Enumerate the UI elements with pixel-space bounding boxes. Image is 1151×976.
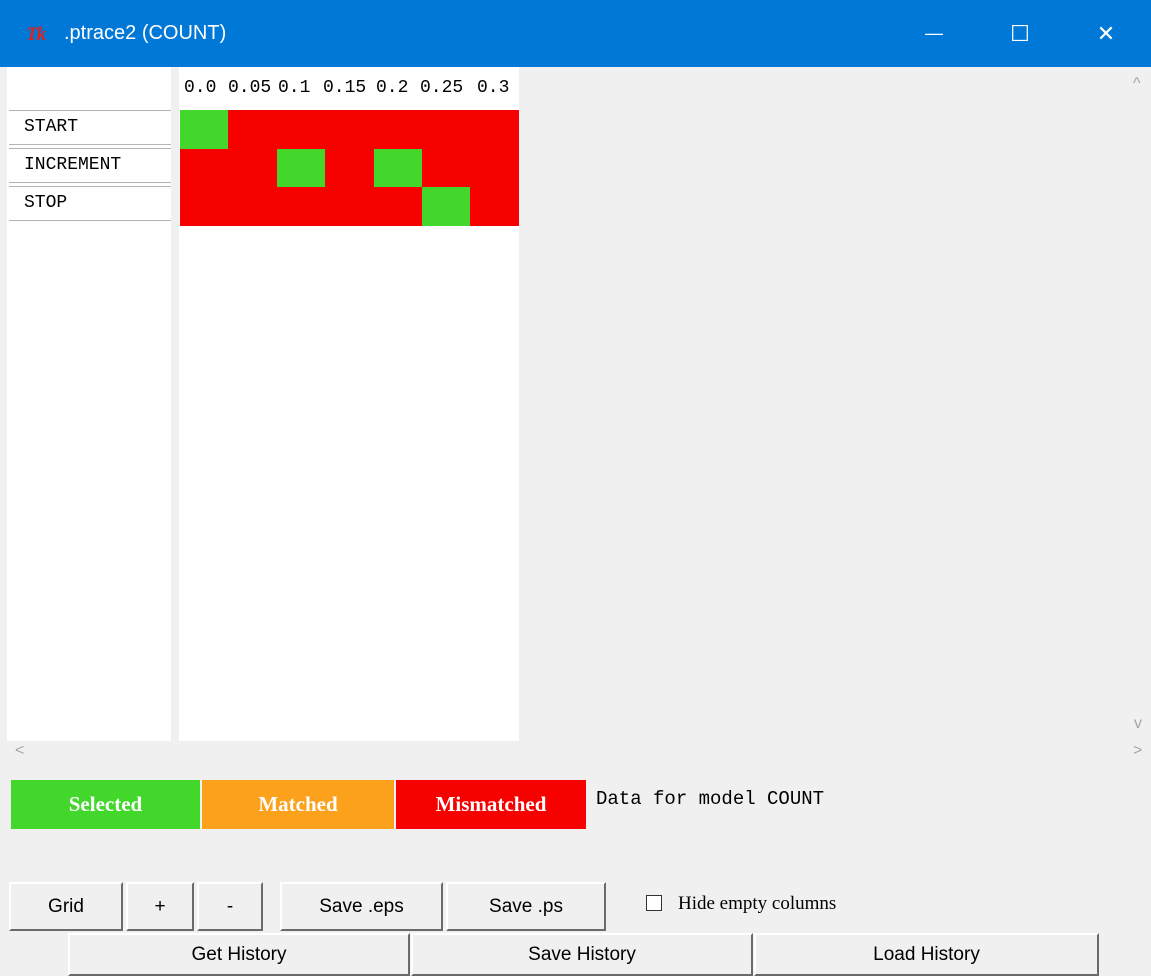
minimize-icon: — xyxy=(925,23,943,43)
trace-cell-mismatched[interactable] xyxy=(180,187,228,226)
vertical-scrollbar[interactable]: ^ v xyxy=(1128,67,1151,741)
close-icon: ✕ xyxy=(1096,20,1116,46)
row-label-stop: STOP xyxy=(9,186,171,221)
x-tick-label: 0.3 xyxy=(477,78,510,98)
horizontal-scrollbar[interactable]: < > xyxy=(7,741,1151,763)
trace-cell-mismatched[interactable] xyxy=(228,187,277,226)
row-label-start: START xyxy=(9,110,171,145)
row-label-increment: INCREMENT xyxy=(9,148,171,183)
trace-cell-mismatched[interactable] xyxy=(374,187,422,226)
trace-cell-mismatched[interactable] xyxy=(325,187,374,226)
trace-cell-mismatched[interactable] xyxy=(180,149,228,187)
trace-cell-selected[interactable] xyxy=(422,187,470,226)
x-tick-label: 0.0 xyxy=(184,78,217,98)
trace-cell-mismatched[interactable] xyxy=(470,187,519,226)
scroll-right-icon[interactable]: > xyxy=(1133,742,1142,760)
trace-cell-mismatched[interactable] xyxy=(325,149,374,187)
scroll-down-icon[interactable]: v xyxy=(1134,715,1142,733)
title-bar: Tk .ptrace2 (COUNT) — ☐ ✕ xyxy=(0,0,1151,67)
zoom-in-button[interactable]: + xyxy=(126,882,194,931)
trace-cell-mismatched[interactable] xyxy=(228,149,277,187)
minimize-button[interactable]: — xyxy=(904,0,964,67)
maximize-button[interactable]: ☐ xyxy=(990,0,1050,67)
save-eps-button[interactable]: Save .eps xyxy=(280,882,443,931)
trace-cell-selected[interactable] xyxy=(180,110,228,149)
trace-cell-mismatched[interactable] xyxy=(422,110,470,149)
x-tick-label: 0.25 xyxy=(420,78,464,98)
x-tick-label: 0.15 xyxy=(323,78,367,98)
load-history-button[interactable]: Load History xyxy=(754,933,1099,976)
close-button[interactable]: ✕ xyxy=(1076,0,1136,67)
get-history-button[interactable]: Get History xyxy=(68,933,410,976)
trace-cell-mismatched[interactable] xyxy=(470,110,519,149)
scroll-left-icon[interactable]: < xyxy=(15,742,24,760)
grid-button[interactable]: Grid xyxy=(9,882,123,931)
trace-cell-mismatched[interactable] xyxy=(374,110,422,149)
hide-empty-columns-checkbox[interactable] xyxy=(646,895,662,911)
x-tick-label: 0.1 xyxy=(278,78,311,98)
trace-cell-selected[interactable] xyxy=(374,149,422,187)
trace-cell-mismatched[interactable] xyxy=(228,110,277,149)
trace-cell-mismatched[interactable] xyxy=(470,149,519,187)
hide-empty-columns-label: Hide empty columns xyxy=(678,893,837,914)
x-tick-label: 0.2 xyxy=(376,78,409,98)
save-history-button[interactable]: Save History xyxy=(411,933,753,976)
window-frame xyxy=(0,67,7,974)
trace-cell-mismatched[interactable] xyxy=(422,149,470,187)
legend-selected: Selected xyxy=(11,780,200,829)
trace-cell-selected[interactable] xyxy=(277,149,325,187)
x-tick-label: 0.05 xyxy=(228,78,272,98)
legend-mismatched: Mismatched xyxy=(396,780,586,829)
zoom-out-button[interactable]: - xyxy=(197,882,263,931)
save-ps-button[interactable]: Save .ps xyxy=(446,882,606,931)
maximize-icon: ☐ xyxy=(1010,20,1030,46)
tk-app-icon: Tk xyxy=(26,24,46,45)
legend-matched: Matched xyxy=(202,780,394,829)
model-info-text: Data for model COUNT xyxy=(596,788,825,810)
trace-cell-mismatched[interactable] xyxy=(325,110,374,149)
trace-cell-mismatched[interactable] xyxy=(277,187,325,226)
window-title: .ptrace2 (COUNT) xyxy=(64,22,227,44)
scroll-up-icon[interactable]: ^ xyxy=(1133,75,1141,93)
trace-cell-mismatched[interactable] xyxy=(277,110,325,149)
